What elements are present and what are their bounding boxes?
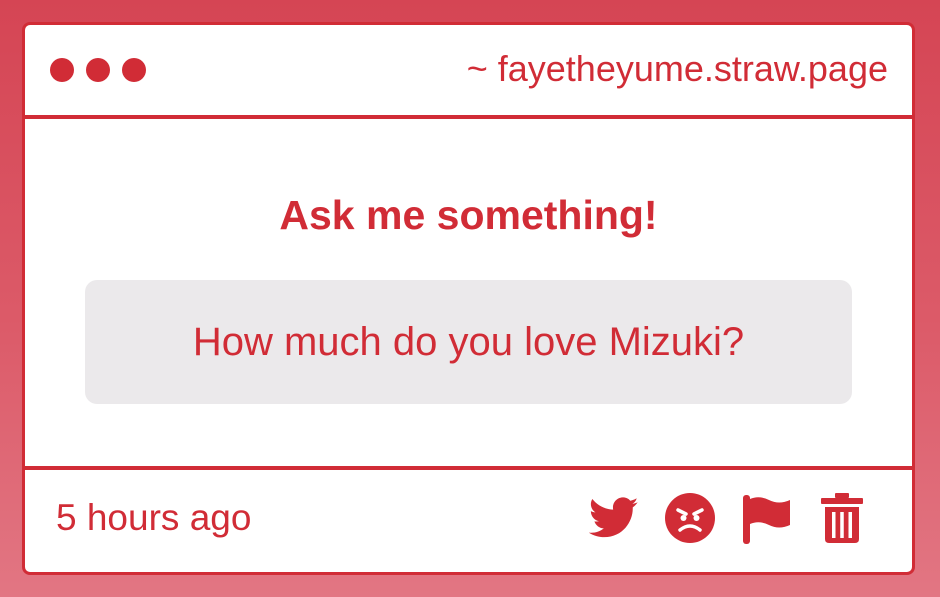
- main-content: Ask me something! How much do you love M…: [25, 119, 912, 466]
- window-titlebar: ~ fayetheyume.straw.page: [25, 25, 912, 119]
- report-flag-button[interactable]: [740, 492, 792, 544]
- question-box: How much do you love Mizuki?: [85, 280, 852, 404]
- window-dot-3: [122, 58, 146, 82]
- ask-card: ~ fayetheyume.straw.page Ask me somethin…: [22, 22, 915, 575]
- page-title: Ask me something!: [279, 192, 658, 238]
- twitter-share-button[interactable]: [588, 492, 640, 544]
- page-url: ~ fayetheyume.straw.page: [466, 48, 888, 89]
- action-bar: [588, 492, 868, 544]
- flag-icon: [743, 495, 790, 544]
- question-text: How much do you love Mizuki?: [192, 320, 745, 364]
- timestamp: 5 hours ago: [56, 497, 252, 538]
- delete-button[interactable]: [816, 492, 868, 544]
- report-angry-button[interactable]: [664, 492, 716, 544]
- angry-face-icon: [665, 493, 715, 543]
- trash-icon: [821, 493, 863, 543]
- twitter-icon: [589, 497, 639, 538]
- card-footer: 5 hours ago: [25, 466, 912, 572]
- window-dots: [50, 58, 146, 82]
- window-dot-2: [86, 58, 110, 82]
- window-dot-1: [50, 58, 74, 82]
